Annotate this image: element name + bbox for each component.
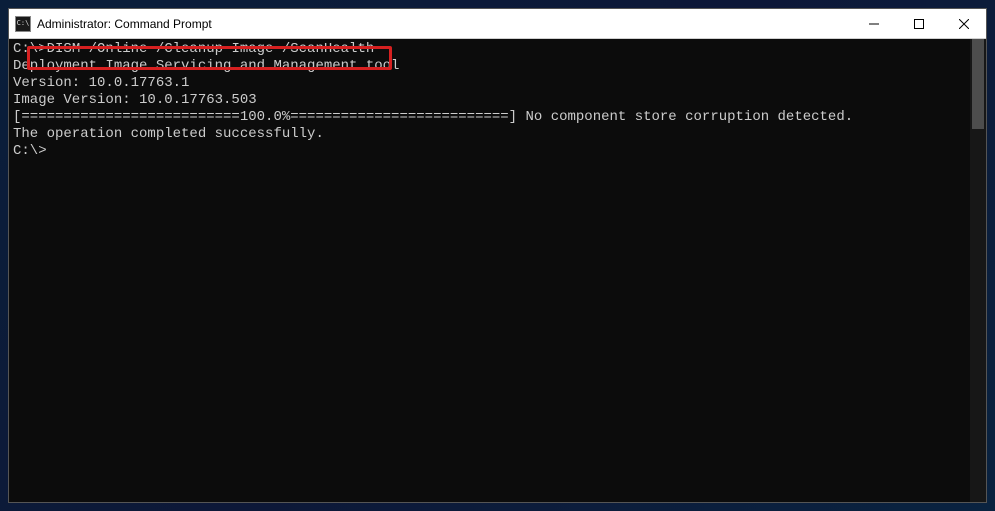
titlebar[interactable]: C:\ Administrator: Command Prompt	[9, 9, 986, 39]
scrollbar-thumb[interactable]	[972, 39, 984, 129]
prompt: C:\>	[13, 41, 47, 57]
terminal-line: [==========================100.0%=======…	[13, 109, 966, 126]
command-prompt-window: C:\ Administrator: Command Prompt C:\>DI…	[8, 8, 987, 503]
prompt-line: C:\>DISM /Online /Cleanup-Image /ScanHea…	[13, 41, 966, 58]
maximize-icon	[914, 19, 924, 29]
command-prompt-icon: C:\	[15, 16, 31, 32]
icon-text: C:\	[17, 20, 30, 27]
prompt-line: C:\>	[13, 143, 966, 160]
command-text: DISM /Online /Cleanup-Image /ScanHealth	[47, 41, 375, 57]
minimize-button[interactable]	[851, 9, 896, 38]
window-title: Administrator: Command Prompt	[37, 17, 851, 31]
terminal-line: The operation completed successfully.	[13, 126, 966, 143]
minimize-icon	[869, 19, 879, 29]
terminal-area: C:\>DISM /Online /Cleanup-Image /ScanHea…	[9, 39, 986, 502]
close-icon	[959, 19, 969, 29]
terminal-line: Version: 10.0.17763.1	[13, 75, 966, 92]
terminal-line: Image Version: 10.0.17763.503	[13, 92, 966, 109]
terminal-output[interactable]: C:\>DISM /Online /Cleanup-Image /ScanHea…	[9, 39, 970, 502]
maximize-button[interactable]	[896, 9, 941, 38]
close-button[interactable]	[941, 9, 986, 38]
vertical-scrollbar[interactable]	[970, 39, 986, 502]
terminal-line: Deployment Image Servicing and Managemen…	[13, 58, 966, 75]
window-controls	[851, 9, 986, 38]
